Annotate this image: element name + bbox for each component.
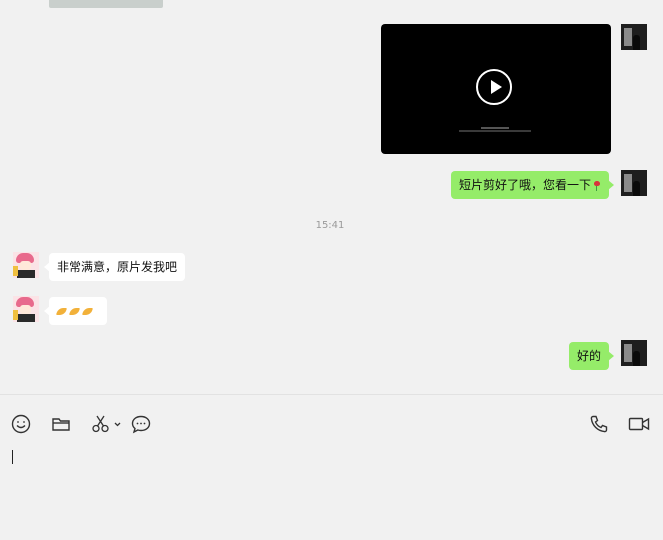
folded-hands-icon — [69, 307, 80, 316]
avatar-peer[interactable] — [13, 252, 39, 278]
avatar-self[interactable] — [621, 170, 647, 196]
message-text: 好的 — [576, 349, 601, 363]
avatar-self[interactable] — [621, 24, 647, 50]
message-input[interactable] — [0, 440, 663, 540]
message-bubble-outgoing[interactable]: 好的 — [568, 342, 615, 370]
folder-icon[interactable] — [51, 414, 71, 434]
message-text: 短片剪好了哦，您看一下 — [458, 178, 591, 192]
chat-bubble-icon[interactable] — [131, 414, 151, 434]
video-subtitle-line — [481, 127, 509, 129]
message-bubble-incoming[interactable] — [44, 297, 107, 325]
phone-icon[interactable] — [589, 414, 609, 434]
message-timestamp: 15:41 — [315, 220, 345, 231]
emoji-icon[interactable] — [11, 414, 31, 434]
rose-icon — [593, 180, 601, 191]
scissors-icon[interactable] — [91, 414, 121, 434]
video-subtitle-line — [459, 130, 531, 132]
avatar-self[interactable] — [621, 340, 647, 366]
video-message[interactable] — [381, 24, 611, 154]
input-divider — [0, 394, 663, 395]
message-bubble-incoming[interactable]: 非常满意，原片发我吧 — [43, 253, 186, 281]
image-message-partial[interactable] — [49, 0, 163, 8]
folded-hands-icon — [56, 307, 67, 316]
text-cursor — [12, 450, 13, 464]
play-icon[interactable] — [476, 69, 512, 105]
avatar-peer[interactable] — [13, 296, 39, 322]
message-bubble-outgoing[interactable]: 短片剪好了哦，您看一下 — [450, 171, 615, 199]
folded-hands-icon — [82, 307, 93, 316]
chat-history[interactable]: 短片剪好了哦，您看一下 15:41 非常满意，原片发我吧 好的 — [0, 0, 663, 394]
video-call-icon[interactable] — [628, 414, 650, 434]
message-text: 非常满意，原片发我吧 — [57, 260, 178, 274]
